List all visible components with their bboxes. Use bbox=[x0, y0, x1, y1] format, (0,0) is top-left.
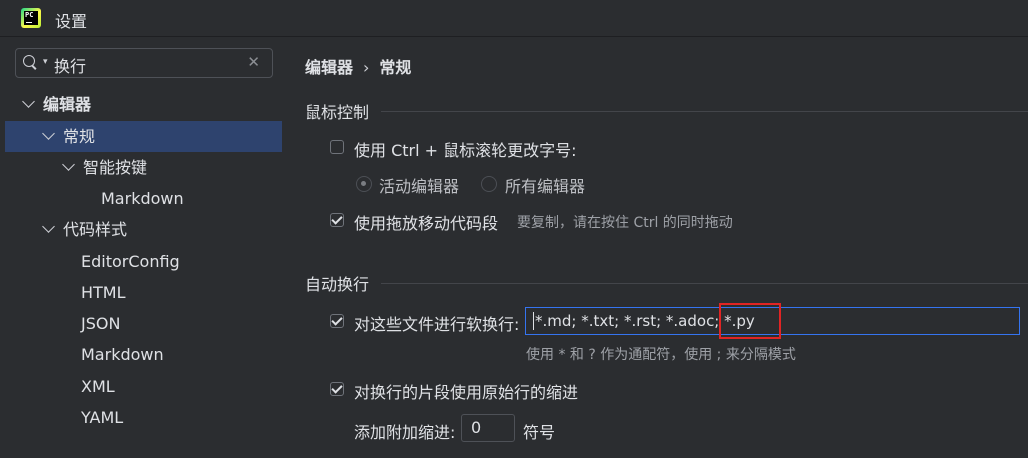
section-title-soft-wrap: 自动换行 bbox=[305, 275, 370, 294]
window-title: 设置 bbox=[55, 12, 88, 31]
tree-item-label: 编辑器 bbox=[43, 95, 92, 114]
chevron-down-icon[interactable] bbox=[62, 158, 75, 171]
original-indent-label[interactable]: 对换行的片段使用原始行的缩进 bbox=[354, 379, 578, 403]
extra-indent-label: 添加附加缩进: bbox=[354, 423, 456, 442]
drag-drop-label[interactable]: 使用拖放移动代码段 bbox=[354, 210, 498, 234]
original-indent-checkbox[interactable] bbox=[330, 382, 344, 396]
tree-item-label: 智能按键 bbox=[83, 158, 148, 177]
breadcrumb-separator: › bbox=[363, 58, 370, 77]
extra-indent-input[interactable]: 0 bbox=[461, 414, 515, 442]
tree-item-html[interactable]: HTML bbox=[81, 277, 126, 308]
search-history-dropdown-icon[interactable]: ▾ bbox=[43, 57, 48, 67]
breadcrumb-current: 常规 bbox=[379, 58, 412, 77]
search-input[interactable]: 换行 bbox=[54, 53, 86, 77]
breadcrumb-parent[interactable]: 编辑器 bbox=[305, 58, 353, 77]
breadcrumb: 编辑器 › 常规 bbox=[305, 54, 411, 78]
tree-item-label: JSON bbox=[81, 314, 121, 333]
extra-indent-unit: 符号 bbox=[523, 423, 556, 442]
section-divider bbox=[381, 283, 1028, 284]
radio-active-editor-label[interactable]: 活动编辑器 bbox=[379, 173, 459, 197]
tree-item-yaml[interactable]: YAML bbox=[81, 402, 123, 433]
tree-item-label: 常规 bbox=[63, 127, 96, 146]
tree-item-label: Markdown bbox=[81, 345, 164, 364]
title-bar: PC 设置 bbox=[0, 0, 1028, 37]
ctrl-wheel-font-checkbox[interactable] bbox=[330, 140, 344, 154]
ctrl-wheel-font-label[interactable]: 使用 Ctrl + 鼠标滚轮更改字号: bbox=[354, 137, 577, 161]
section-divider bbox=[381, 111, 1028, 112]
chevron-down-icon[interactable] bbox=[22, 95, 35, 108]
tree-item-label: 代码样式 bbox=[63, 220, 128, 239]
tree-item-code-style[interactable]: 代码样式 bbox=[42, 214, 128, 245]
radio-all-editors[interactable] bbox=[481, 176, 497, 192]
text-cursor bbox=[533, 311, 534, 330]
soft-wrap-files-label[interactable]: 对这些文件进行软换行: bbox=[354, 311, 519, 335]
tree-item-label: Markdown bbox=[101, 189, 184, 208]
tree-item-editor[interactable]: 编辑器 bbox=[22, 89, 92, 120]
clear-search-icon[interactable]: ✕ bbox=[247, 53, 260, 71]
tree-item-smart-keys-markdown[interactable]: Markdown bbox=[101, 183, 184, 214]
radio-active-editor[interactable] bbox=[356, 176, 372, 192]
drag-drop-checkbox[interactable] bbox=[330, 213, 344, 227]
soft-wrap-files-checkbox[interactable] bbox=[330, 314, 344, 328]
pycharm-logo-icon: PC bbox=[21, 8, 41, 28]
section-title-mouse-control: 鼠标控制 bbox=[305, 103, 370, 122]
chevron-down-icon[interactable] bbox=[42, 127, 55, 140]
tree-item-label: EditorConfig bbox=[81, 252, 180, 271]
tree-item-general[interactable]: 常规 bbox=[5, 121, 282, 152]
settings-content: 编辑器 › 常规 鼠标控制 使用 Ctrl + 鼠标滚轮更改字号: 活动编辑器 所有… bbox=[289, 37, 1028, 458]
search-icon[interactable] bbox=[23, 55, 35, 67]
annotation-highlight-box bbox=[719, 303, 781, 339]
tree-item-xml[interactable]: XML bbox=[81, 371, 115, 402]
tree-item-label: YAML bbox=[81, 408, 124, 427]
tree-item-smart-keys[interactable]: 智能按键 bbox=[62, 152, 148, 183]
settings-sidebar: ▾ 换行 ✕ 编辑器 常规 智能按键 Markdown 代码样式 EditorC… bbox=[0, 37, 289, 458]
soft-wrap-patterns-hint: 使用 * 和 ? 作为通配符，使用 ; 来分隔模式 bbox=[526, 347, 796, 363]
tree-item-editorconfig[interactable]: EditorConfig bbox=[81, 246, 180, 277]
settings-search-field[interactable]: ▾ 换行 ✕ bbox=[15, 48, 273, 78]
drag-drop-hint: 要复制，请在按住 Ctrl 的同时拖动 bbox=[517, 215, 733, 231]
tree-item-label: HTML bbox=[81, 283, 126, 302]
chevron-down-icon[interactable] bbox=[42, 220, 55, 233]
tree-item-json[interactable]: JSON bbox=[81, 308, 120, 339]
tree-item-label: XML bbox=[81, 377, 115, 396]
radio-all-editors-label[interactable]: 所有编辑器 bbox=[505, 173, 585, 197]
tree-item-markdown[interactable]: Markdown bbox=[81, 339, 164, 370]
